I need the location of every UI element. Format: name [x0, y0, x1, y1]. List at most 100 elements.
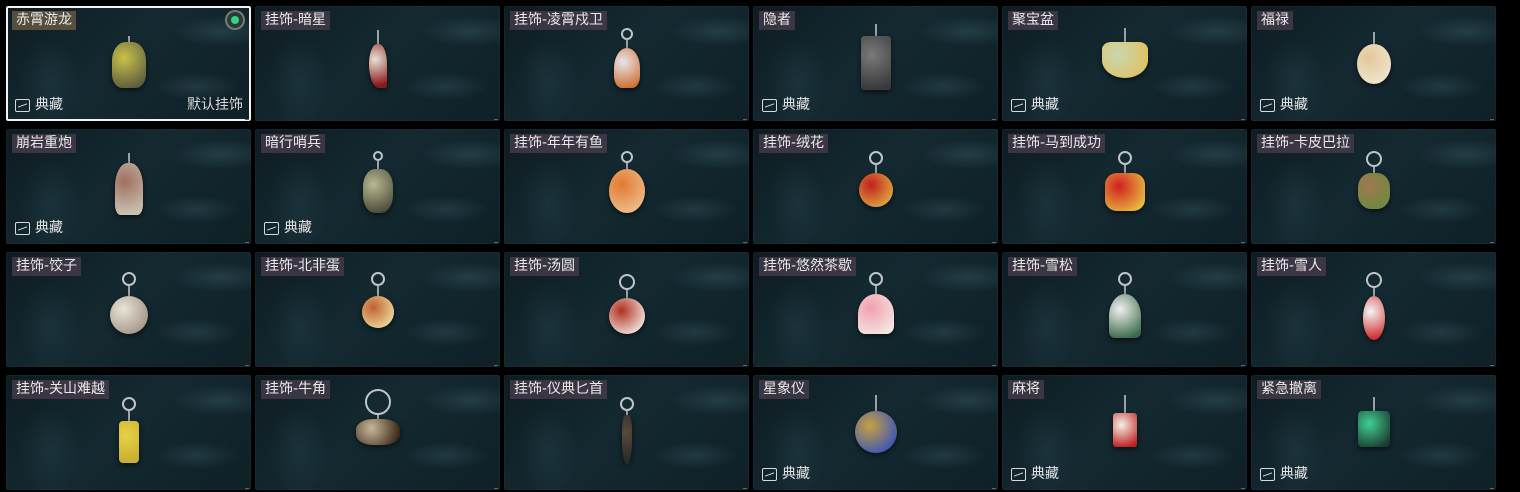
charm-card[interactable]: 隐者典藏 — [753, 6, 998, 121]
charm-card[interactable]: 挂饰-绒花 — [753, 129, 998, 244]
charm-name: 麻将 — [1008, 380, 1044, 399]
charm-name: 挂饰-绒花 — [759, 134, 829, 153]
card-corner-mark — [992, 242, 996, 243]
card-corner-mark — [245, 242, 249, 243]
default-charm-label: 默认挂饰 — [187, 97, 243, 113]
charm-name: 挂饰-雪人 — [1257, 257, 1327, 276]
card-corner-mark — [1490, 488, 1494, 489]
card-corner-mark — [992, 488, 996, 489]
charm-card[interactable]: 挂饰-卡皮巴拉 — [1251, 129, 1496, 244]
charm-name: 聚宝盆 — [1008, 11, 1058, 30]
cupcake-charm-icon — [857, 272, 894, 334]
snowman-charm-icon — [1362, 272, 1385, 340]
charm-card[interactable]: 挂饰-马到成功 — [1002, 129, 1247, 244]
card-corner-mark — [1241, 119, 1245, 120]
card-corner-mark — [1241, 365, 1245, 366]
horn-charm-icon — [355, 389, 400, 445]
image-icon — [1260, 467, 1275, 481]
collection-tag: 典藏 — [762, 465, 810, 483]
charm-card[interactable]: 挂饰-雪人 — [1251, 252, 1496, 367]
charm-card[interactable]: 挂饰-关山难越 — [6, 375, 251, 490]
charm-card[interactable]: 挂饰-暗星 — [255, 6, 500, 121]
collection-tag-label: 典藏 — [35, 97, 63, 113]
dagger-charm-icon — [619, 397, 634, 465]
evac-sign-charm-icon — [1357, 397, 1390, 447]
dark-star-charm-icon — [368, 30, 387, 88]
collection-tag-label: 典藏 — [782, 97, 810, 113]
scroll-charm-icon — [118, 397, 139, 463]
gourd-charm-icon — [1356, 32, 1391, 84]
astrolabe-charm-icon — [854, 395, 897, 453]
charm-card[interactable]: 挂饰-饺子 — [6, 252, 251, 367]
charm-card[interactable]: 挂饰-雪松 — [1002, 252, 1247, 367]
charm-card[interactable]: 挂饰-凌霄戍卫 — [504, 6, 749, 121]
charm-name: 挂饰-饺子 — [12, 257, 82, 276]
charm-card[interactable]: 挂饰-北非蛋 — [255, 252, 500, 367]
charm-name: 挂饰-仪典匕首 — [510, 380, 608, 399]
charm-name: 隐者 — [759, 11, 795, 30]
charm-card[interactable]: 挂饰-悠然茶歇 — [753, 252, 998, 367]
charm-card[interactable]: 赤霄游龙典藏 默认挂饰 — [6, 6, 251, 121]
card-corner-mark — [494, 242, 498, 243]
dumpling-charm-icon — [109, 272, 148, 334]
collection-tag: 典藏 — [1011, 465, 1059, 483]
sentinel-charm-icon — [362, 151, 393, 213]
collection-tag: 典藏 — [1011, 96, 1059, 114]
collection-tag: 典藏 — [762, 96, 810, 114]
charm-card[interactable]: 崩岩重炮 典藏 — [6, 129, 251, 244]
charm-card[interactable]: 暗行哨兵 典藏 — [255, 129, 500, 244]
image-icon — [762, 98, 777, 112]
image-icon — [15, 221, 30, 235]
image-icon — [762, 467, 777, 481]
charm-name: 赤霄游龙 — [12, 11, 76, 30]
charm-card[interactable]: 挂饰-仪典匕首 — [504, 375, 749, 490]
capybara-charm-icon — [1357, 151, 1390, 209]
rocket-charm-icon — [613, 28, 640, 88]
charm-card[interactable]: 福禄 典藏 — [1251, 6, 1496, 121]
charm-name: 挂饰-凌霄戍卫 — [510, 11, 608, 30]
card-corner-mark — [743, 365, 747, 366]
charm-card[interactable]: 挂饰-牛角 — [255, 375, 500, 490]
charm-card[interactable]: 紧急撤离典藏 — [1251, 375, 1496, 490]
horse-charm-icon — [1104, 151, 1145, 211]
image-icon — [15, 98, 30, 112]
charm-card[interactable]: 挂饰-汤圆 — [504, 252, 749, 367]
card-corner-mark — [1490, 365, 1494, 366]
card-corner-mark — [992, 365, 996, 366]
charm-name: 挂饰-关山难越 — [12, 380, 110, 399]
card-corner-mark — [1241, 488, 1245, 489]
charm-name: 挂饰-雪松 — [1008, 257, 1078, 276]
charm-name: 紧急撤离 — [1257, 380, 1321, 399]
collection-tag: 典藏 — [15, 219, 63, 237]
charm-name: 挂饰-卡皮巴拉 — [1257, 134, 1355, 153]
collection-tag-label: 典藏 — [1280, 466, 1308, 482]
card-corner-mark — [245, 365, 249, 366]
card-corner-mark — [494, 119, 498, 120]
card-corner-mark — [245, 488, 249, 489]
collection-tag: 典藏 — [1260, 96, 1308, 114]
charm-card[interactable]: 星象仪 典藏 — [753, 375, 998, 490]
charm-name: 挂饰-悠然茶歇 — [759, 257, 857, 276]
card-corner-mark — [1490, 119, 1494, 120]
image-icon — [264, 221, 279, 235]
collection-tag-label: 典藏 — [35, 220, 63, 236]
charm-card[interactable]: 聚宝盆典藏 — [1002, 6, 1247, 121]
charm-name: 挂饰-马到成功 — [1008, 134, 1106, 153]
collection-tag-label: 典藏 — [1280, 97, 1308, 113]
collection-tag-label: 典藏 — [1031, 97, 1059, 113]
charm-grid: 赤霄游龙 典藏 默认挂饰 挂饰-暗星 挂饰-凌霄戍卫 隐者 典藏 聚宝盆 典藏 福禄 典藏 崩岩重炮典… — [6, 6, 1496, 490]
card-corner-mark — [743, 488, 747, 489]
card-corner-mark — [494, 488, 498, 489]
charm-name: 挂饰-汤圆 — [510, 257, 580, 276]
charm-name: 挂饰-北非蛋 — [261, 257, 345, 276]
card-corner-mark — [743, 242, 747, 243]
charm-card[interactable]: 麻将 典藏 — [1002, 375, 1247, 490]
card-corner-mark — [1490, 242, 1494, 243]
treasure-bowl-charm-icon — [1101, 28, 1148, 78]
card-corner-mark — [992, 119, 996, 120]
equipped-indicator-icon — [227, 12, 243, 28]
card-corner-mark — [494, 365, 498, 366]
charm-card[interactable]: 挂饰-年年有鱼 — [504, 129, 749, 244]
card-corner-mark — [245, 119, 249, 120]
flower-charm-icon — [858, 151, 893, 207]
